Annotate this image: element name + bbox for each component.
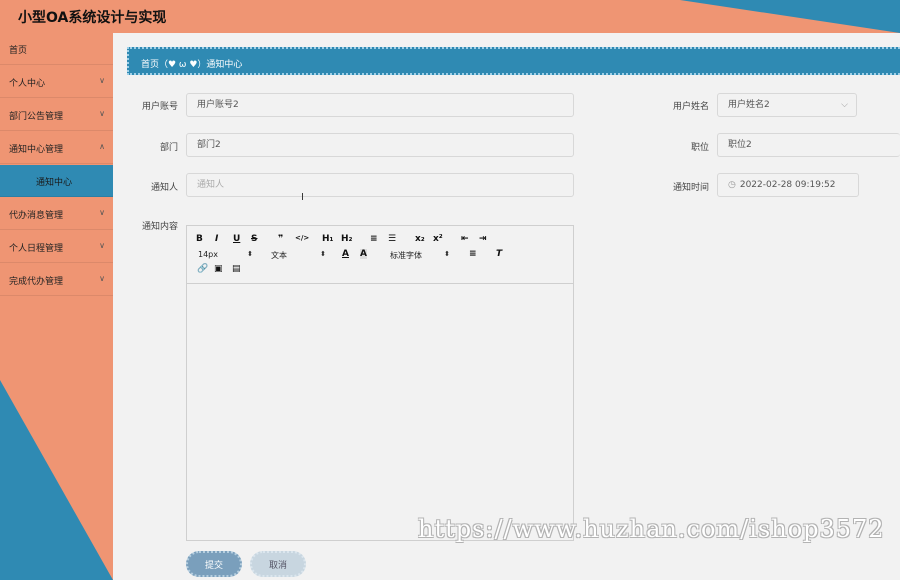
bullet-list-icon[interactable]: ☰: [388, 234, 396, 244]
position-field[interactable]: 职位2: [717, 133, 900, 157]
sidebar-item-personal-center[interactable]: 个人中心 ∨: [0, 66, 113, 98]
indent-icon[interactable]: ⇥: [479, 234, 487, 244]
sidebar-item-label: 代办消息管理: [9, 211, 64, 221]
sidebar-item-label: 首页: [9, 46, 28, 56]
sidebar-decoration: [0, 380, 113, 580]
select-arrows-icon: ⬍: [444, 250, 450, 258]
sidebar-item-personal-schedule[interactable]: 个人日程管理 ∨: [0, 231, 113, 263]
subscript-icon[interactable]: x₂: [415, 234, 425, 244]
sidebar-item-label: 个人中心: [9, 79, 46, 89]
sidebar-item-completed-pending[interactable]: 完成代办管理 ∨: [0, 264, 113, 296]
text-cursor-icon: Ι: [301, 192, 304, 203]
image-icon[interactable]: ▣: [214, 264, 223, 274]
breadcrumb: 首页（♥ ω ♥）通知中心: [127, 47, 900, 75]
sidebar-item-label: 部门公告管理: [9, 112, 64, 122]
name-select-value: 用户姓名2: [728, 100, 770, 110]
submit-button[interactable]: 提交: [186, 551, 242, 577]
italic-icon[interactable]: I: [215, 234, 218, 244]
chevron-down-icon: ∨: [99, 241, 105, 250]
sidebar-item-label: 通知中心管理: [9, 145, 64, 155]
video-icon[interactable]: ▤: [232, 264, 241, 274]
dept-label: 部门: [159, 143, 178, 153]
rich-text-editor[interactable]: B I U S ❞ </> H₁ H₂ ≡ ☰ x₂ x² ⇤ ⇥ 14px ⬍ …: [186, 225, 574, 541]
notifier-label: 通知人: [150, 183, 178, 193]
editor-toolbar: B I U S ❞ </> H₁ H₂ ≡ ☰ x₂ x² ⇤ ⇥ 14px ⬍ …: [187, 226, 573, 284]
cancel-button[interactable]: 取消: [250, 551, 306, 577]
sidebar-item-notification-center-management[interactable]: 通知中心管理 ∧: [0, 132, 113, 164]
heading1-icon[interactable]: H₁: [322, 234, 333, 244]
notifier-input[interactable]: 通知人: [186, 173, 574, 197]
blockquote-icon[interactable]: ❞: [278, 234, 283, 244]
background-color-icon[interactable]: A: [360, 249, 367, 259]
watermark: https://www.huzhan.com/ishop3572: [418, 515, 885, 543]
time-picker[interactable]: ◷ 2022-02-28 09:19:52: [717, 173, 859, 197]
app-header: 小型OA系统设计与实现: [0, 0, 900, 33]
underline-icon[interactable]: U: [233, 234, 240, 244]
sidebar-item-pending-messages[interactable]: 代办消息管理 ∨: [0, 198, 113, 230]
clear-format-icon[interactable]: T: [496, 249, 502, 259]
font-size-select[interactable]: 14px ⬍: [198, 250, 253, 259]
font-color-icon[interactable]: A: [342, 249, 349, 259]
text-type-select[interactable]: 文本 ⬍: [271, 250, 326, 261]
code-block-icon[interactable]: </>: [295, 234, 309, 242]
header-teal-corner: [680, 0, 900, 33]
ordered-list-icon[interactable]: ≡: [370, 234, 378, 244]
select-arrows-icon: ⬍: [247, 250, 253, 258]
sidebar-item-label: 完成代办管理: [9, 277, 64, 287]
heading2-icon[interactable]: H₂: [341, 234, 352, 244]
align-icon[interactable]: ≡: [469, 249, 477, 259]
clock-icon: ◷: [728, 180, 736, 190]
account-field[interactable]: 用户账号2: [186, 93, 574, 117]
position-label: 职位: [690, 143, 709, 153]
chevron-down-icon: ∨: [99, 109, 105, 118]
font-family-value: 标准字体: [390, 251, 422, 260]
select-arrows-icon: ⬍: [320, 250, 326, 258]
name-label: 用户姓名: [672, 102, 709, 112]
app-title: 小型OA系统设计与实现: [18, 10, 167, 26]
sidebar-subitem-notification-center[interactable]: 通知中心: [0, 165, 113, 197]
text-type-value: 文本: [271, 251, 287, 260]
time-label: 通知时间: [672, 183, 709, 193]
bold-icon[interactable]: B: [196, 234, 203, 244]
sidebar: 首页 个人中心 ∨ 部门公告管理 ∨ 通知中心管理 ∧ 通知中心 代办消息管理 …: [0, 33, 113, 580]
chevron-down-icon: ∨: [99, 274, 105, 283]
content-label: 通知内容: [141, 222, 178, 232]
time-value: 2022-02-28 09:19:52: [739, 180, 836, 190]
font-family-select[interactable]: 标准字体 ⬍: [390, 250, 450, 261]
sidebar-item-dept-announcements[interactable]: 部门公告管理 ∨: [0, 99, 113, 131]
sidebar-item-label: 通知中心: [36, 178, 73, 188]
chevron-down-icon: ∨: [99, 76, 105, 85]
outdent-icon[interactable]: ⇤: [461, 234, 469, 244]
account-label: 用户账号: [141, 102, 178, 112]
breadcrumb-text[interactable]: 首页（♥ ω ♥）通知中心: [141, 57, 242, 70]
chevron-up-icon: ∧: [99, 142, 105, 151]
dept-field[interactable]: 部门2: [186, 133, 574, 157]
link-icon[interactable]: 🔗: [197, 264, 208, 274]
name-select[interactable]: 用户姓名2 ⌵: [717, 93, 857, 117]
superscript-icon[interactable]: x²: [433, 234, 443, 244]
font-size-value: 14px: [198, 250, 218, 259]
strikethrough-icon[interactable]: S: [251, 234, 257, 244]
sidebar-item-label: 个人日程管理: [9, 244, 64, 254]
sidebar-item-home[interactable]: 首页: [0, 33, 113, 65]
chevron-down-icon: ⌵: [841, 100, 848, 110]
chevron-down-icon: ∨: [99, 208, 105, 217]
